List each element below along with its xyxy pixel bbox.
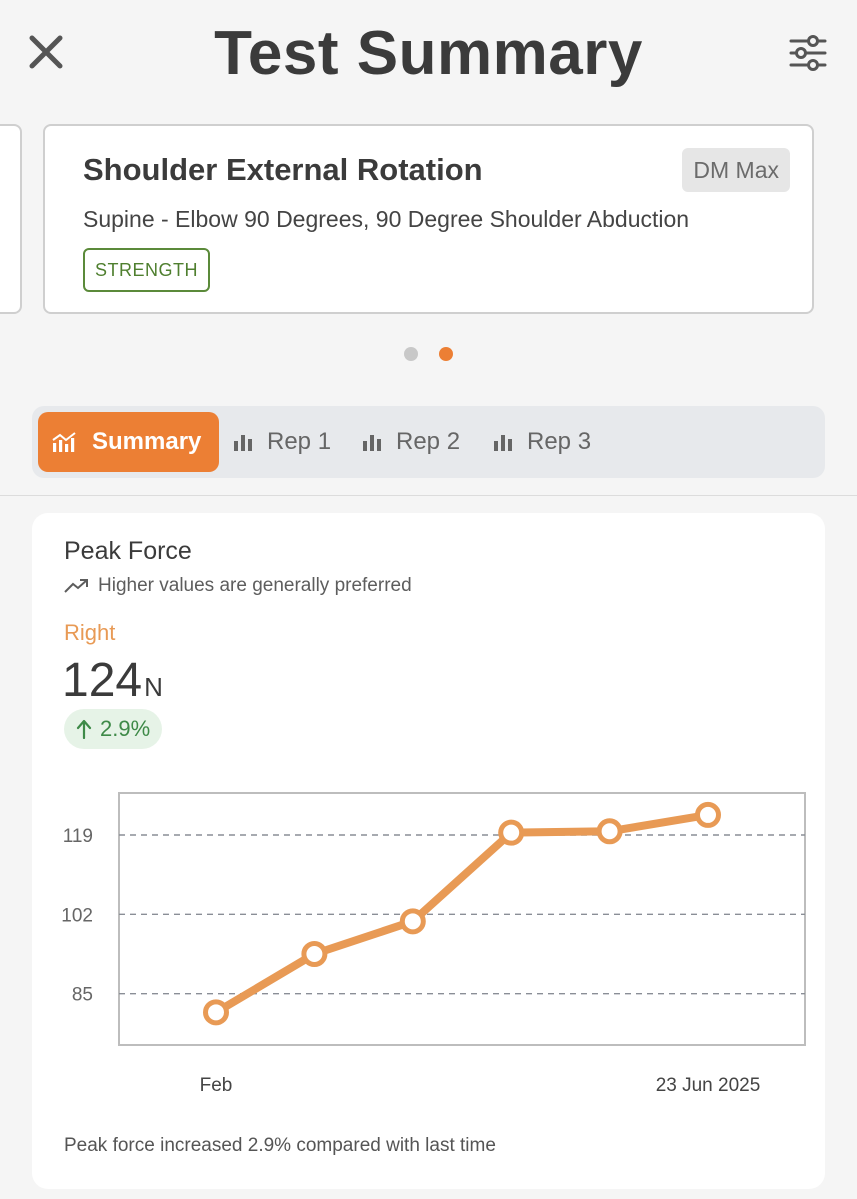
filter-button[interactable] xyxy=(789,34,827,72)
metric-card: Peak Force Higher values are generally p… xyxy=(32,513,825,1189)
peak-force-chart: 85 102 119 Feb 23 Jun 2025 xyxy=(32,783,825,1123)
tab-rep-1[interactable]: Rep 1 xyxy=(233,412,331,472)
x-tick-label: Feb xyxy=(200,1075,233,1096)
tab-label: Summary xyxy=(92,428,202,455)
rep-tabs: Summary Rep 1 Rep 2 Rep 3 xyxy=(32,406,825,478)
metric-title: Peak Force xyxy=(64,537,192,565)
data-point xyxy=(399,908,426,935)
tab-label: Rep 2 xyxy=(396,428,461,455)
chart-icon xyxy=(52,431,78,453)
preference-hint: Higher values are generally preferred xyxy=(64,575,412,597)
pager-dot-2[interactable] xyxy=(439,347,453,361)
data-point xyxy=(695,801,721,828)
y-tick-label: 85 xyxy=(72,985,93,1006)
value-unit: N xyxy=(144,672,163,702)
test-description: Supine - Elbow 90 Degrees, 90 Degree Sho… xyxy=(83,206,690,232)
tab-rep-3[interactable]: Rep 3 xyxy=(493,412,591,472)
data-point xyxy=(301,941,328,967)
test-name: Shoulder External Rotation xyxy=(83,152,483,187)
change-value: 2.9% xyxy=(100,716,151,741)
bar-chart-icon xyxy=(493,432,513,452)
sliders-icon xyxy=(789,35,827,71)
pager-dot-1[interactable] xyxy=(404,347,418,361)
data-point xyxy=(498,819,525,846)
section-divider xyxy=(0,495,857,496)
value-number: 124 xyxy=(62,654,143,707)
tab-label: Rep 3 xyxy=(527,428,592,455)
tab-rep-2[interactable]: Rep 2 xyxy=(362,412,460,472)
change-badge: 2.9% xyxy=(64,709,163,749)
data-point xyxy=(203,999,229,1026)
previous-test-card[interactable] xyxy=(0,124,22,314)
x-tick-label: 23 Jun 2025 xyxy=(656,1075,761,1096)
header: Test Summary xyxy=(0,0,857,110)
series-line xyxy=(212,810,712,1017)
bar-chart-icon xyxy=(362,432,382,452)
side-label: Right xyxy=(64,620,116,645)
device-badge: DM Max xyxy=(682,148,790,192)
page-title: Test Summary xyxy=(214,19,643,88)
y-tick-label: 102 xyxy=(61,905,93,926)
test-card[interactable]: Shoulder External Rotation DM Max Supine… xyxy=(43,124,814,314)
category-tag: STRENGTH xyxy=(83,248,210,292)
chart-svg: 85 102 119 Feb 23 Jun 2025 xyxy=(61,792,806,1096)
bar-chart-icon xyxy=(233,432,253,452)
trending-up-icon xyxy=(64,578,90,594)
comparison-note: Peak force increased 2.9% compared with … xyxy=(64,1135,496,1156)
y-tick-label: 119 xyxy=(63,826,93,847)
arrow-up-icon xyxy=(76,719,92,739)
preference-text: Higher values are generally preferred xyxy=(98,575,412,596)
data-point xyxy=(596,818,623,845)
tab-label: Rep 1 xyxy=(267,428,332,455)
tab-summary[interactable]: Summary xyxy=(38,412,219,472)
metric-value: 124N xyxy=(62,653,163,708)
